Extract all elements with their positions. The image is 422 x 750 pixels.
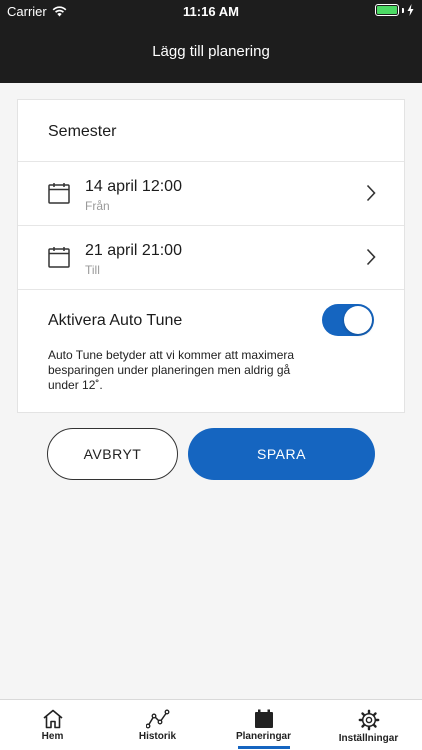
to-date-row[interactable]: 21 april 21:00 Till <box>18 226 404 290</box>
battery-indicator <box>375 4 414 16</box>
cancel-button[interactable]: AVBRYT <box>47 428 178 480</box>
from-date-label: Från <box>85 199 110 213</box>
planning-form-card: Semester 14 april 12:00 Från 21 april 21… <box>17 99 405 413</box>
tab-history[interactable]: Historik <box>105 700 210 750</box>
page-title: Lägg till planering <box>152 43 270 60</box>
to-date-value: 21 april 21:00 <box>85 242 182 259</box>
chevron-right-icon <box>366 184 376 202</box>
tab-plans-label: Planeringar <box>235 731 292 742</box>
active-tab-indicator <box>237 746 290 749</box>
battery-fill <box>377 6 397 14</box>
planning-name-row[interactable]: Semester <box>18 100 404 162</box>
home-icon <box>42 709 63 729</box>
tab-plans[interactable]: Planeringar <box>211 700 316 750</box>
gear-icon <box>358 709 379 731</box>
to-date-label: Till <box>85 263 100 277</box>
calendar-icon <box>48 183 70 204</box>
status-bar: Carrier 11:16 AM <box>0 0 422 22</box>
battery-tip <box>402 7 404 13</box>
charging-bolt-icon <box>407 4 414 16</box>
planning-name-value: Semester <box>48 123 117 140</box>
chevron-right-icon <box>366 248 376 266</box>
battery-icon <box>375 4 399 16</box>
tab-settings-label: Inställningar <box>338 733 399 744</box>
from-date-value: 14 april 12:00 <box>85 178 182 195</box>
top-bar: Carrier 11:16 AM Lägg till planering <box>0 0 422 83</box>
tab-bar: Hem Historik Planeringar Inställningar <box>0 699 422 750</box>
autotune-toggle[interactable] <box>322 304 374 336</box>
tab-home[interactable]: Hem <box>0 700 105 750</box>
autotune-description: Auto Tune betyder att vi kommer att maxi… <box>48 348 295 392</box>
tab-settings[interactable]: Inställningar <box>316 700 421 750</box>
autotune-section: Aktivera Auto Tune Auto Tune betyder att… <box>18 290 404 414</box>
calendar-icon <box>48 247 70 268</box>
toggle-knob <box>344 306 372 334</box>
from-date-row[interactable]: 14 april 12:00 Från <box>18 162 404 226</box>
calendar-icon <box>254 709 273 728</box>
tab-history-label: Historik <box>138 731 177 742</box>
graph-icon <box>145 709 169 729</box>
autotune-label: Aktivera Auto Tune <box>48 312 183 329</box>
save-button[interactable]: SPARA <box>188 428 375 480</box>
status-time: 11:16 AM <box>183 4 239 19</box>
tab-home-label: Hem <box>41 731 64 742</box>
